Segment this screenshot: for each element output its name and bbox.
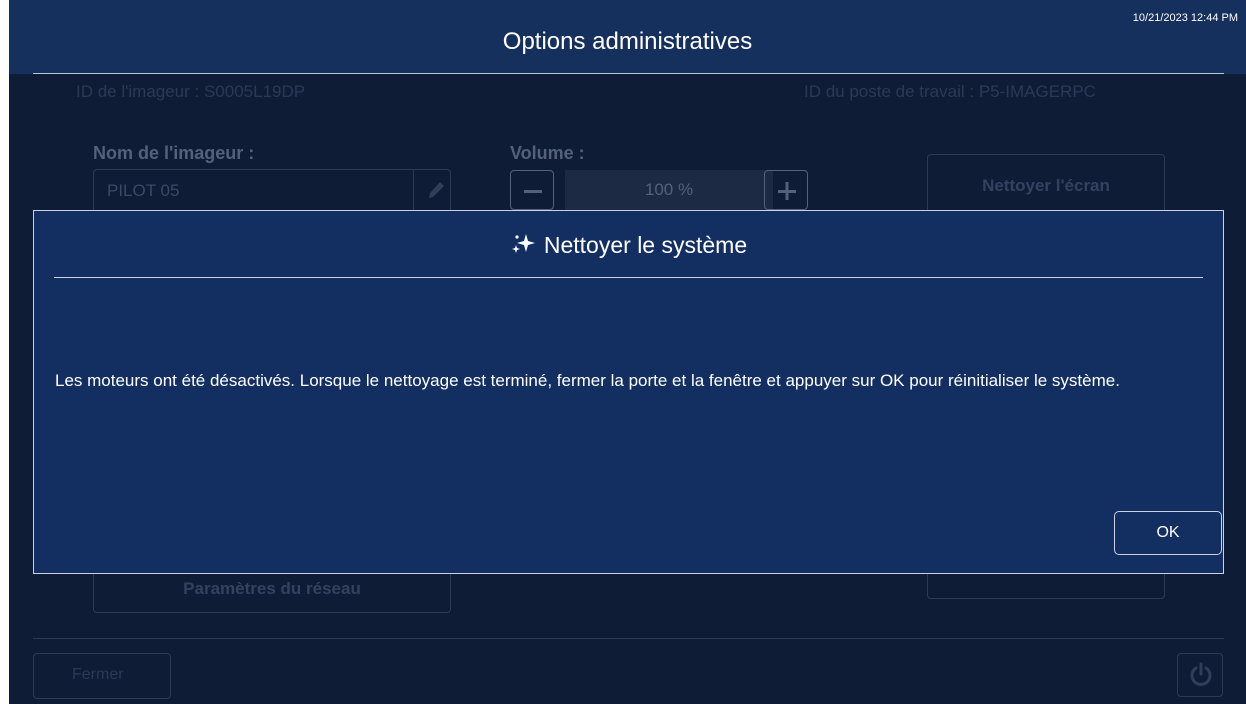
volume-increase-button[interactable] (764, 170, 808, 210)
timestamp: 10/21/2023 12:44 PM (1132, 12, 1238, 24)
imager-name-label: Nom de l'imageur : (93, 143, 255, 163)
volume-value: 100 % (565, 170, 773, 210)
power-icon (1190, 662, 1212, 686)
footer-divider (33, 638, 1224, 639)
dialog-message: Les moteurs ont été désactivés. Lorsque … (55, 371, 1120, 390)
clean-screen-label: Nettoyer l'écran (982, 176, 1110, 195)
pencil-icon (429, 182, 444, 198)
close-label: Fermer (72, 666, 124, 683)
imager-name-field[interactable]: PILOT 05 (93, 169, 451, 213)
dialog-title: Nettoyer le système (34, 231, 1223, 259)
network-settings-label: Paramètres du réseau (183, 579, 361, 598)
title-divider (33, 73, 1224, 74)
admin-options-screen: 10/21/2023 12:44 PM Options administrati… (9, 0, 1246, 704)
dialog-divider (54, 277, 1203, 278)
dialog-title-text: Nettoyer le système (543, 232, 748, 258)
page-title: Options administratives (502, 28, 753, 55)
title-bar: 10/21/2023 12:44 PM Options administrati… (9, 0, 1246, 74)
imager-id-text: ID de l'imageur : S0005L19DP (76, 82, 306, 101)
close-button[interactable]: Fermer (33, 653, 171, 699)
workstation-id-text: ID du poste de travail : P5-IMAGERPC (804, 82, 1096, 101)
plus-icon (778, 182, 796, 200)
clean-system-dialog: Nettoyer le système Les moteurs ont été … (33, 210, 1224, 574)
ok-button[interactable]: OK (1114, 511, 1222, 555)
imager-name-value: PILOT 05 (107, 181, 180, 200)
minus-icon (524, 190, 542, 193)
sparkle-icon (511, 234, 535, 253)
volume-label: Volume : (510, 143, 585, 163)
power-button[interactable] (1177, 653, 1223, 697)
edit-name-button[interactable] (413, 170, 458, 210)
volume-decrease-button[interactable] (510, 170, 554, 210)
